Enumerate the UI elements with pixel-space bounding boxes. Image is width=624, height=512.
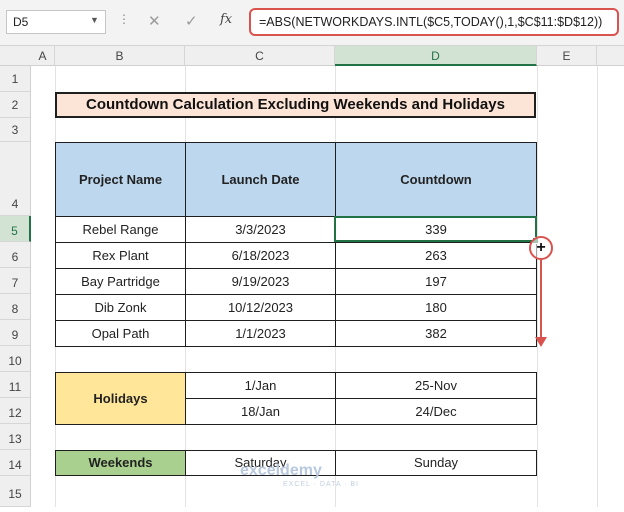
holiday-cell[interactable]: 18/Jan bbox=[185, 398, 336, 425]
row-header-13[interactable]: 13 bbox=[0, 424, 31, 450]
weekend-cell[interactable]: Sunday bbox=[335, 450, 537, 476]
project-name-cell[interactable]: Rex Plant bbox=[55, 242, 186, 269]
row-header-4[interactable]: 4 bbox=[0, 142, 31, 216]
row-header-7[interactable]: 7 bbox=[0, 268, 31, 294]
row-header-6[interactable]: 6 bbox=[0, 242, 31, 268]
countdown-cell[interactable]: 263 bbox=[335, 242, 537, 269]
project-name-cell[interactable]: Dib Zonk bbox=[55, 294, 186, 321]
project-name-cell[interactable]: Opal Path bbox=[55, 320, 186, 347]
enter-check-icon[interactable]: ✓ bbox=[185, 12, 198, 30]
launch-date-cell[interactable]: 9/19/2023 bbox=[185, 268, 336, 295]
project-name-cell[interactable]: Bay Partridge bbox=[55, 268, 186, 295]
countdown-cell[interactable]: 180 bbox=[335, 294, 537, 321]
insert-function-icon[interactable]: fx bbox=[220, 12, 232, 27]
watermark-logo: exceldemy bbox=[240, 462, 322, 479]
drag-dots-icon: ⋮ bbox=[118, 12, 130, 26]
row-header-12[interactable]: 12 bbox=[0, 398, 31, 424]
gridline bbox=[537, 66, 538, 507]
launch-date-cell[interactable]: 3/3/2023 bbox=[185, 216, 336, 243]
column-header-e[interactable]: E bbox=[537, 46, 597, 66]
formula-input[interactable]: =ABS(NETWORKDAYS.INTL($C5,TODAY(),1,$C$1… bbox=[249, 8, 619, 36]
row-header-14[interactable]: 14 bbox=[0, 450, 31, 476]
arrow-down-icon bbox=[535, 337, 547, 347]
holiday-cell[interactable]: 24/Dec bbox=[335, 398, 537, 425]
launch-date-cell[interactable]: 10/12/2023 bbox=[185, 294, 336, 321]
countdown-cell[interactable]: 197 bbox=[335, 268, 537, 295]
chevron-down-icon[interactable]: ▼ bbox=[90, 15, 99, 25]
row-header-1[interactable]: 1 bbox=[0, 66, 31, 92]
launch-date-cell[interactable]: 6/18/2023 bbox=[185, 242, 336, 269]
header-countdown[interactable]: Countdown bbox=[335, 142, 537, 217]
countdown-cell[interactable]: 382 bbox=[335, 320, 537, 347]
column-header-a[interactable]: A bbox=[31, 46, 55, 66]
header-launch-date[interactable]: Launch Date bbox=[185, 142, 336, 217]
watermark-tagline: EXCEL · DATA · BI bbox=[283, 481, 359, 488]
crosshair-cursor-icon: + bbox=[529, 236, 553, 260]
column-header-d[interactable]: D bbox=[335, 46, 537, 66]
holiday-cell[interactable]: 1/Jan bbox=[185, 372, 336, 399]
row-header-10[interactable]: 10 bbox=[0, 346, 31, 372]
active-cell-selection bbox=[334, 216, 537, 242]
drag-direction-line bbox=[540, 260, 542, 340]
cancel-icon[interactable]: ✕ bbox=[148, 12, 161, 30]
row-header-15[interactable]: 15 bbox=[0, 476, 31, 507]
row-header-5[interactable]: 5 bbox=[0, 216, 31, 242]
sheet-title[interactable]: Countdown Calculation Excluding Weekends… bbox=[55, 92, 536, 118]
row-header-2[interactable]: 2 bbox=[0, 92, 31, 118]
row-header-3[interactable]: 3 bbox=[0, 118, 31, 142]
holidays-label[interactable]: Holidays bbox=[55, 372, 186, 425]
holiday-cell[interactable]: 25-Nov bbox=[335, 372, 537, 399]
launch-date-cell[interactable]: 1/1/2023 bbox=[185, 320, 336, 347]
weekends-label[interactable]: Weekends bbox=[55, 450, 186, 476]
row-header-8[interactable]: 8 bbox=[0, 294, 31, 320]
row-header-9[interactable]: 9 bbox=[0, 320, 31, 346]
column-header-b[interactable]: B bbox=[55, 46, 185, 66]
gridline bbox=[597, 66, 598, 507]
header-project-name[interactable]: Project Name bbox=[55, 142, 186, 217]
project-name-cell[interactable]: Rebel Range bbox=[55, 216, 186, 243]
column-header-c[interactable]: C bbox=[185, 46, 335, 66]
row-header-11[interactable]: 11 bbox=[0, 372, 31, 398]
